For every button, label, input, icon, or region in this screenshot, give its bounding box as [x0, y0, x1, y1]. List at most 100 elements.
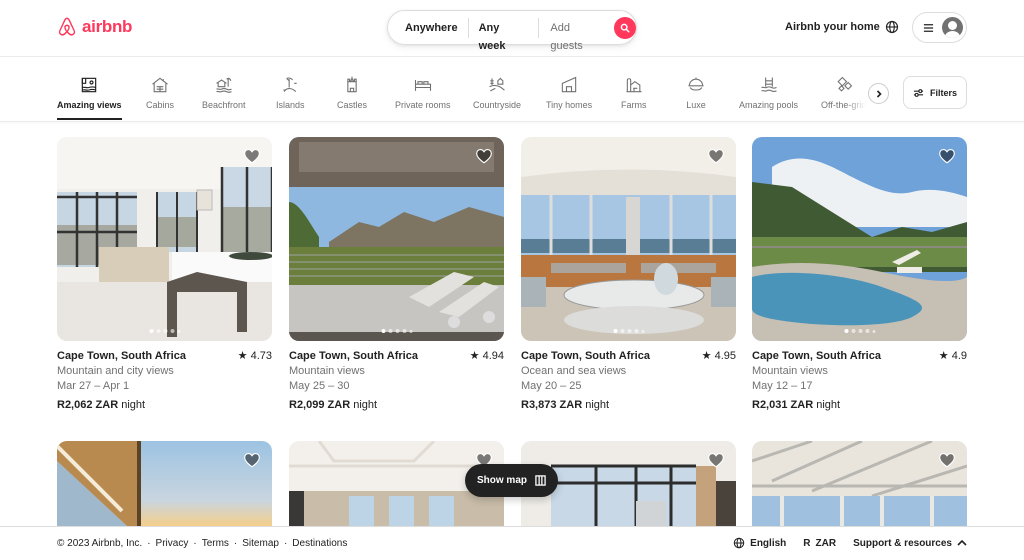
- category-tiny-homes[interactable]: Tiny homes: [546, 75, 592, 110]
- support-resources-button[interactable]: Support & resources: [853, 538, 967, 549]
- listing-price: R2,099 ZAR night: [289, 398, 504, 413]
- chevron-right-icon: [876, 89, 882, 98]
- heart-icon[interactable]: [475, 148, 493, 164]
- separator: ·: [233, 538, 238, 549]
- support-label: Support & resources: [853, 537, 952, 549]
- hamburger-icon: [923, 23, 934, 32]
- footer-link-sitemap[interactable]: Sitemap: [242, 538, 279, 549]
- footer-link-terms[interactable]: Terms: [202, 538, 229, 549]
- listing-photo[interactable]: [521, 137, 736, 341]
- category-cabins[interactable]: Cabins: [146, 75, 174, 110]
- listing-dates: Mar 27 – Apr 1: [57, 380, 130, 392]
- show-map-label: Show map: [476, 475, 527, 486]
- footer-link-destinations[interactable]: Destinations: [292, 538, 347, 549]
- category-label: Farms: [621, 100, 647, 110]
- photo-carousel-dots[interactable]: [149, 329, 180, 333]
- category-label: Countryside: [473, 100, 522, 110]
- star-icon: ★: [469, 350, 483, 362]
- bed-icon: [414, 80, 431, 91]
- category-amazing-pools[interactable]: Amazing pools: [739, 75, 798, 110]
- globe-icon[interactable]: [885, 20, 899, 34]
- photo-carousel-dots[interactable]: [844, 329, 875, 333]
- photo-carousel-dots[interactable]: [381, 329, 412, 333]
- listing-card[interactable]: Cape Town, South Africa ★ 4.94 Mountain …: [289, 137, 504, 413]
- heart-icon[interactable]: [243, 452, 261, 468]
- listing-photo-image: [57, 441, 272, 526]
- listing-photo[interactable]: [752, 441, 967, 526]
- category-label: Off-the-grid: [821, 100, 867, 110]
- listing-info: Cape Town, South Africa ★ 4.9 Mountain v…: [752, 349, 967, 413]
- category-castles[interactable]: Castles: [337, 75, 367, 110]
- listing-rating: ★ 4.95: [702, 349, 736, 364]
- footer-links: © 2023 Airbnb, Inc. · Privacy · Terms · …: [57, 538, 347, 549]
- filters-button[interactable]: Filters: [903, 76, 967, 109]
- category-islands[interactable]: Islands: [276, 75, 305, 110]
- category-luxe[interactable]: Luxe: [686, 75, 706, 110]
- listing-dates: May 25 – 30: [289, 380, 350, 392]
- listing-card[interactable]: [752, 441, 967, 526]
- listing-photo[interactable]: [57, 441, 272, 526]
- listing-card[interactable]: Cape Town, South Africa ★ 4.73 Mountain …: [57, 137, 272, 413]
- search-bar[interactable]: Anywhere Any week Add guests: [387, 10, 637, 52]
- farm-icon: [626, 78, 642, 93]
- category-countryside[interactable]: Countryside: [473, 75, 521, 110]
- price-amount: R2,062 ZAR: [57, 399, 119, 411]
- category-off-the-grid[interactable]: Off-the-grid: [821, 75, 866, 110]
- search-guests[interactable]: Add guests: [539, 19, 612, 52]
- countryside-icon: [489, 77, 505, 92]
- category-label: Luxe: [686, 100, 706, 110]
- category-private-rooms[interactable]: Private rooms: [395, 75, 451, 110]
- currency-button[interactable]: R ZAR: [803, 538, 836, 549]
- footer: © 2023 Airbnb, Inc. · Privacy · Terms · …: [0, 526, 1024, 560]
- heart-icon[interactable]: [707, 452, 725, 468]
- user-menu-button[interactable]: [912, 12, 967, 43]
- listing-card[interactable]: Cape Town, South Africa ★ 4.9 Mountain v…: [752, 137, 967, 413]
- listing-dates: May 12 – 17: [752, 380, 813, 392]
- host-link[interactable]: Airbnb your home: [785, 21, 880, 33]
- search-button[interactable]: [614, 16, 637, 39]
- heart-icon[interactable]: [707, 148, 725, 164]
- rating-value: 4.94: [482, 350, 504, 362]
- listing-location: Cape Town, South Africa: [289, 350, 418, 362]
- copyright: © 2023 Airbnb, Inc.: [57, 538, 143, 549]
- listing-card[interactable]: [57, 441, 272, 526]
- category-amazing-views[interactable]: Amazing views: [57, 75, 122, 120]
- price-unit: night: [121, 399, 146, 411]
- amazing-views-icon: [82, 77, 97, 93]
- category-bar: Amazing views Cabins Beachfront Islands …: [0, 57, 1024, 122]
- off-grid-icon: [837, 76, 852, 92]
- listing-photo[interactable]: [57, 137, 272, 341]
- category-beachfront[interactable]: Beachfront: [202, 75, 246, 110]
- price-unit: night: [585, 399, 610, 411]
- category-next-button[interactable]: [868, 83, 889, 104]
- rating-value: 4.95: [714, 350, 736, 362]
- heart-icon[interactable]: [938, 452, 956, 468]
- search-location[interactable]: Anywhere: [388, 19, 468, 37]
- listing-rating: ★ 4.9: [939, 349, 967, 364]
- category-farms[interactable]: Farms: [621, 75, 647, 110]
- separator: ·: [193, 538, 197, 549]
- listing-subtitle: Ocean and sea views: [521, 365, 627, 377]
- listing-subtitle: Mountain views: [752, 365, 828, 377]
- listing-photo-image: [289, 137, 504, 341]
- language-button[interactable]: English: [733, 537, 786, 549]
- airbnb-logo[interactable]: airbnb: [57, 16, 132, 38]
- footer-link-privacy[interactable]: Privacy: [156, 538, 189, 549]
- listing-card[interactable]: Cape Town, South Africa ★ 4.95 Ocean and…: [521, 137, 736, 413]
- user-avatar-icon: [942, 17, 963, 38]
- luxe-icon: [688, 77, 704, 91]
- listing-location: Cape Town, South Africa: [521, 350, 650, 362]
- footer-settings: English R ZAR Support & resources: [733, 537, 967, 549]
- price-unit: night: [816, 399, 841, 411]
- separator: ·: [147, 538, 151, 549]
- listing-photo[interactable]: [752, 137, 967, 341]
- listing-price: R2,031 ZAR night: [752, 398, 967, 413]
- search-icon: [620, 23, 630, 32]
- heart-icon[interactable]: [938, 148, 956, 164]
- photo-carousel-dots[interactable]: [613, 329, 644, 333]
- listing-photo[interactable]: [289, 137, 504, 341]
- search-dates[interactable]: Any week: [469, 19, 539, 52]
- show-map-button[interactable]: Show map: [465, 464, 558, 497]
- heart-icon[interactable]: [243, 148, 261, 164]
- listing-info: Cape Town, South Africa ★ 4.95 Ocean and…: [521, 349, 736, 413]
